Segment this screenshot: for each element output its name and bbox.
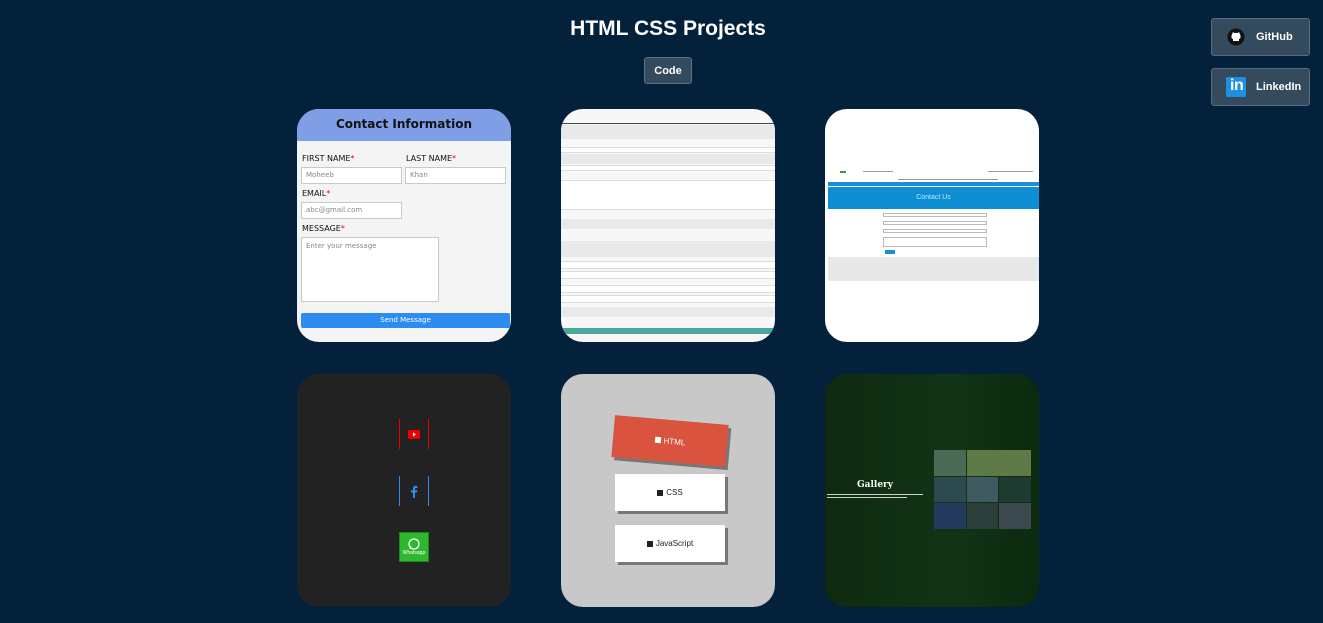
contact-form-title: Contact Information: [297, 109, 511, 141]
first-name-label: FIRST NAME*: [302, 154, 355, 163]
doc-submit-bar: [561, 328, 775, 334]
doc-row: [561, 285, 775, 293]
doc-divider: [561, 123, 775, 124]
code-button[interactable]: Code: [644, 57, 692, 84]
doc-row: [561, 261, 775, 269]
facebook-icon[interactable]: [399, 476, 429, 506]
site-navbar: [828, 169, 1039, 183]
doc-band: [561, 125, 775, 139]
doc-band: [561, 241, 775, 257]
whatsapp-label: Whatsapp: [402, 550, 426, 556]
linkedin-button[interactable]: in LinkedIn: [1211, 68, 1310, 106]
project-card-gallery[interactable]: Gallery: [825, 374, 1039, 607]
skill-css-card[interactable]: CSS: [615, 474, 725, 511]
gallery-image[interactable]: [999, 503, 1031, 529]
doc-row: [561, 271, 775, 279]
first-name-field[interactable]: Moheeb: [301, 167, 402, 184]
doc-textarea: [561, 180, 775, 210]
project-card-skills[interactable]: HTML CSS JavaScript: [561, 374, 775, 607]
gallery-description: [825, 492, 929, 500]
gallery-grid: [934, 450, 1031, 529]
gallery-image[interactable]: [934, 450, 966, 476]
gallery-image[interactable]: [966, 476, 999, 503]
site-blue-bar: [828, 182, 1039, 186]
send-message-button[interactable]: Send Message: [301, 313, 510, 328]
linkedin-logo-text: in: [1230, 77, 1244, 94]
youtube-icon[interactable]: [399, 419, 429, 449]
page-title: HTML CSS Projects: [570, 17, 766, 40]
site-footer: [828, 257, 1039, 281]
gallery-image[interactable]: [999, 476, 1031, 503]
gallery-image[interactable]: [934, 503, 966, 529]
gallery-image[interactable]: [966, 450, 1031, 476]
html5-icon: [654, 436, 661, 444]
project-card-contact-site[interactable]: Contact Us: [825, 109, 1039, 342]
email-field[interactable]: abc@gmail.com: [301, 202, 402, 219]
doc-band: [561, 219, 775, 229]
gallery-title: Gallery: [856, 480, 894, 490]
message-label: MESSAGE*: [302, 224, 345, 233]
project-card-contact-form[interactable]: Contact Information FIRST NAME* LAST NAM…: [297, 109, 511, 342]
gallery-image[interactable]: [966, 503, 999, 529]
site-form: [883, 210, 987, 257]
github-button[interactable]: GitHub: [1211, 18, 1310, 56]
last-name-field[interactable]: Khan: [405, 167, 506, 184]
gallery-image[interactable]: [934, 476, 966, 503]
javascript-icon: [646, 540, 653, 547]
project-card-social-icons[interactable]: Whatsapp: [297, 374, 511, 607]
doc-row: [561, 295, 775, 303]
last-name-label: LAST NAME*: [406, 154, 457, 163]
github-icon: [1226, 27, 1246, 47]
skill-html-card[interactable]: HTML: [611, 415, 729, 467]
linkedin-label: LinkedIn: [1256, 81, 1302, 93]
email-label: EMAIL*: [302, 189, 331, 198]
project-card-document[interactable]: [561, 109, 775, 342]
skill-javascript-card[interactable]: JavaScript: [615, 525, 725, 562]
github-label: GitHub: [1256, 31, 1293, 43]
css3-icon: [657, 489, 664, 496]
whatsapp-icon[interactable]: Whatsapp: [399, 532, 429, 562]
doc-band: [561, 307, 775, 317]
doc-band: [561, 154, 775, 164]
doc-row: [561, 165, 775, 171]
message-field[interactable]: Enter your message: [301, 237, 439, 302]
doc-row: [561, 147, 775, 153]
site-hero: Contact Us: [828, 187, 1039, 209]
